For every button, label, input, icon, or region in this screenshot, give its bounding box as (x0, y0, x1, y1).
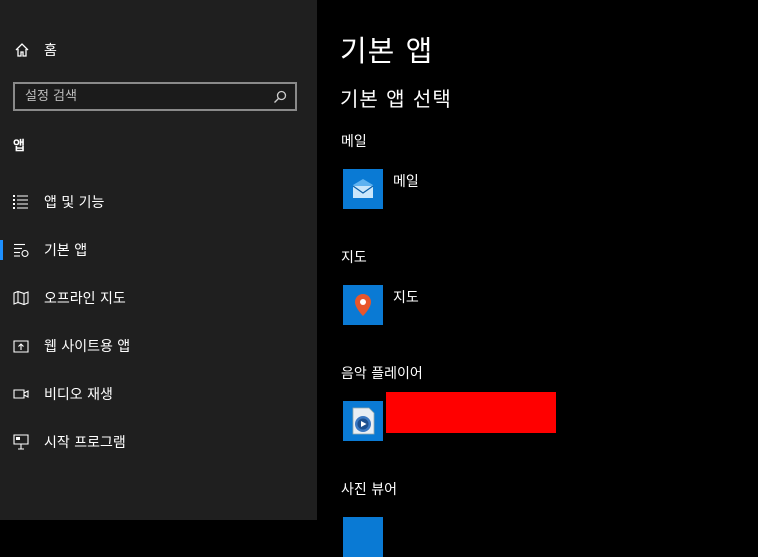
search-input[interactable] (15, 88, 273, 105)
home-label: 홈 (44, 43, 57, 59)
startup-icon (13, 434, 29, 450)
category-label-mail: 메일 (341, 134, 367, 150)
sidebar-item-offline-maps[interactable]: 오프라인 지도 (0, 274, 317, 322)
sidebar-item-apps-features[interactable]: 앱 및 기능 (0, 178, 317, 226)
redaction-box (386, 392, 556, 433)
map-icon (13, 290, 29, 306)
category-label-maps: 지도 (341, 250, 367, 266)
search-box[interactable] (13, 82, 297, 111)
page-title: 기본 앱 (340, 34, 434, 68)
main-content: 기본 앱 기본 앱 선택 메일 메일 지도 지도 음악 플레이어 사진 뷰어 (317, 0, 758, 557)
video-icon (13, 389, 29, 399)
default-mail-app-name: 메일 (393, 174, 419, 190)
sidebar-item-label: 앱 및 기능 (44, 195, 105, 211)
mail-icon (352, 179, 374, 198)
sidebar: 홈 앱 앱 및 기능 (0, 0, 317, 520)
sidebar-nav: 앱 및 기능 기본 앱 오프라인 지도 웹 사이트용 앱 비디오 재생 시작 프… (0, 178, 317, 466)
default-music-app-button[interactable] (343, 401, 383, 441)
sidebar-item-video-playback[interactable]: 비디오 재생 (0, 370, 317, 418)
sidebar-item-apps-for-websites[interactable]: 웹 사이트용 앱 (0, 322, 317, 370)
sidebar-item-startup[interactable]: 시작 프로그램 (0, 418, 317, 466)
sidebar-item-label: 기본 앱 (44, 243, 88, 259)
default-photos-app-button[interactable] (343, 517, 383, 557)
category-label-music-player: 음악 플레이어 (341, 366, 423, 382)
default-maps-app-name: 지도 (393, 290, 419, 306)
section-subtitle: 기본 앱 선택 (340, 87, 452, 111)
sidebar-item-label: 오프라인 지도 (44, 291, 126, 307)
sidebar-item-default-apps[interactable]: 기본 앱 (0, 226, 317, 274)
home-link[interactable]: 홈 (14, 40, 57, 60)
map-pin-icon (355, 294, 371, 316)
default-maps-app-button[interactable] (343, 285, 383, 325)
media-player-icon (352, 407, 375, 435)
list-icon (13, 195, 28, 209)
default-apps-icon (14, 243, 29, 258)
search-icon[interactable] (273, 90, 287, 104)
section-title: 앱 (13, 139, 25, 154)
category-label-photo-viewer: 사진 뷰어 (341, 482, 397, 498)
default-mail-app-button[interactable] (343, 169, 383, 209)
sidebar-item-label: 비디오 재생 (44, 387, 113, 403)
open-external-icon (13, 340, 29, 353)
sidebar-item-label: 시작 프로그램 (44, 435, 126, 451)
home-icon (15, 43, 29, 57)
sidebar-item-label: 웹 사이트용 앱 (44, 339, 131, 355)
